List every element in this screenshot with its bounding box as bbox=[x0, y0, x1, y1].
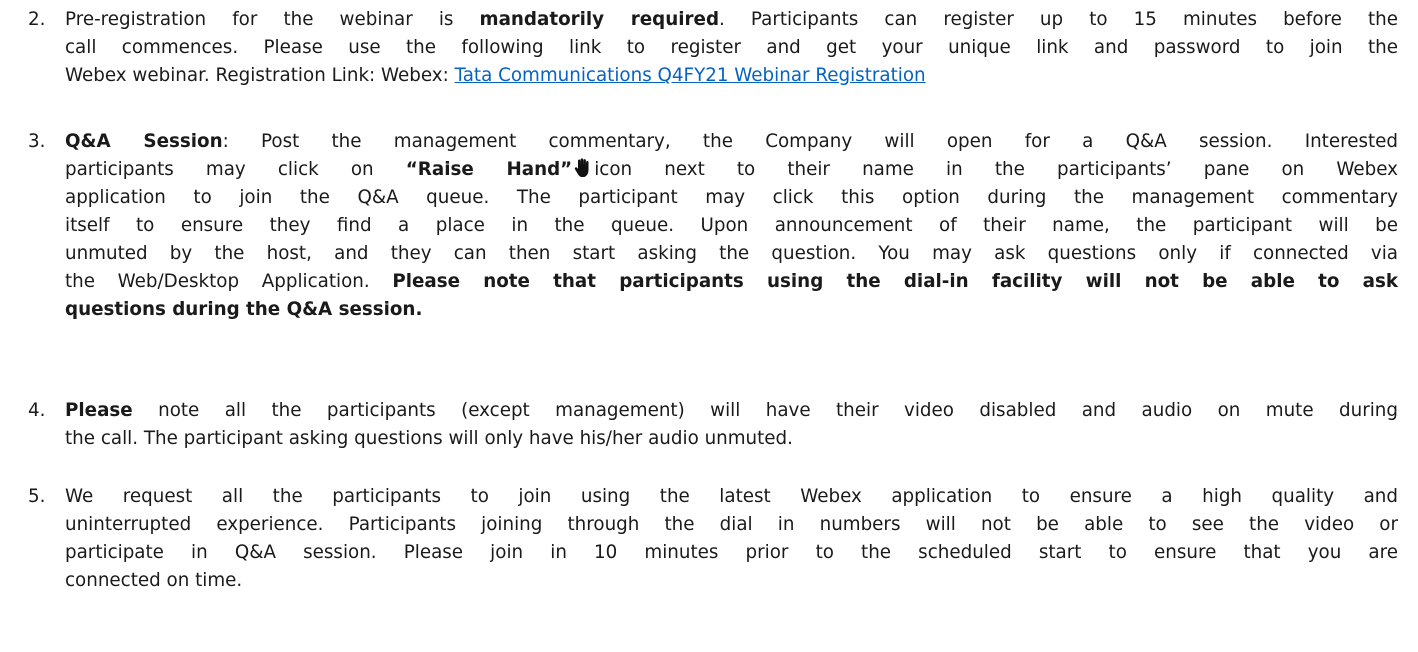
text-run: note all the participants (except manage… bbox=[132, 400, 1398, 421]
item-text: Q&A Session: Post the management comment… bbox=[65, 128, 1398, 324]
text-run: participate in Q&A session. Please join … bbox=[65, 542, 1398, 563]
item-text: Pre-registration for the webinar is mand… bbox=[65, 6, 1398, 90]
text-line: We request all the participants to join … bbox=[65, 483, 1398, 511]
text-line: call commences. Please use the following… bbox=[65, 34, 1398, 62]
text-run: application to join the Q&A queue. The p… bbox=[65, 187, 1398, 208]
text-line: the Web/Desktop Application. Please note… bbox=[65, 268, 1398, 296]
item-text: We request all the participants to join … bbox=[65, 483, 1398, 595]
document-page: 2. Pre-registration for the webinar is m… bbox=[0, 0, 1418, 652]
text-line: participants may click on “Raise Hand” ic… bbox=[65, 156, 1398, 184]
bold-text: Q&A Session bbox=[65, 131, 223, 152]
item-number: 4. bbox=[28, 400, 46, 421]
bold-text: Please note that participants using the … bbox=[392, 271, 1398, 292]
item-number: 5. bbox=[28, 486, 46, 507]
bold-text: questions during the Q&A session. bbox=[65, 299, 423, 320]
list-item-3: 3. Q&A Session: Post the management comm… bbox=[28, 128, 1398, 324]
list-item-2: 2. Pre-registration for the webinar is m… bbox=[28, 6, 1398, 90]
text-line: the call. The participant asking questio… bbox=[65, 425, 1398, 453]
text-run: call commences. Please use the following… bbox=[65, 37, 1398, 58]
text-run: Webex webinar. Registration Link: Webex: bbox=[65, 65, 455, 86]
text-run: icon next to their name in the participa… bbox=[594, 159, 1399, 180]
list-item-5: 5. We request all the participants to jo… bbox=[28, 483, 1398, 595]
bold-text: Please bbox=[65, 400, 133, 421]
text-run: connected on time. bbox=[65, 570, 243, 591]
text-run: : Post the management commentary, the Co… bbox=[222, 131, 1398, 152]
item-number: 2. bbox=[28, 9, 46, 30]
bold-text: “Raise Hand” bbox=[405, 159, 573, 180]
text-run: the call. The participant asking questio… bbox=[65, 428, 793, 449]
text-line: uninterrupted experience. Participants j… bbox=[65, 511, 1398, 539]
text-line: itself to ensure they find a place in th… bbox=[65, 212, 1398, 240]
text-line: Q&A Session: Post the management comment… bbox=[65, 128, 1398, 156]
text-run: Pre-registration for the webinar is bbox=[65, 9, 480, 30]
text-line: participate in Q&A session. Please join … bbox=[65, 539, 1398, 567]
registration-link[interactable]: Tata Communications Q4FY21 Webinar Regis… bbox=[455, 65, 926, 86]
text-run: uninterrupted experience. Participants j… bbox=[65, 514, 1398, 535]
text-line: questions during the Q&A session. bbox=[65, 296, 1398, 324]
text-line: Please note all the participants (except… bbox=[65, 397, 1398, 425]
raise-hand-icon bbox=[574, 158, 592, 178]
text-run: unmuted by the host, and they can then s… bbox=[65, 243, 1398, 264]
text-line: connected on time. bbox=[65, 567, 1398, 595]
text-line: Webex webinar. Registration Link: Webex:… bbox=[65, 62, 1398, 90]
text-line: unmuted by the host, and they can then s… bbox=[65, 240, 1398, 268]
item-number: 3. bbox=[28, 131, 46, 152]
text-line: Pre-registration for the webinar is mand… bbox=[65, 6, 1398, 34]
text-run: itself to ensure they find a place in th… bbox=[65, 215, 1398, 236]
text-run: . Participants can register up to 15 min… bbox=[719, 9, 1399, 30]
text-run: participants may click on bbox=[65, 159, 406, 180]
text-line: application to join the Q&A queue. The p… bbox=[65, 184, 1398, 212]
bold-text: mandatorily required bbox=[479, 9, 720, 30]
list-item-4: 4. Please note all the participants (exc… bbox=[28, 397, 1398, 453]
item-text: Please note all the participants (except… bbox=[65, 397, 1398, 453]
text-run: We request all the participants to join … bbox=[65, 486, 1398, 507]
text-run: the Web/Desktop Application. bbox=[65, 271, 393, 292]
